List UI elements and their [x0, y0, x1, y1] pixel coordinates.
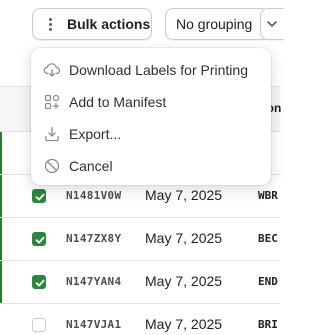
check-icon	[35, 236, 45, 244]
grouping-select[interactable]: No grouping	[165, 8, 270, 40]
shipment-date: May 7, 2025	[145, 187, 223, 203]
shipment-id[interactable]: N1481V0W	[66, 189, 121, 202]
row-checkbox[interactable]	[32, 189, 46, 203]
bulk-actions-menu: Download Labels for Printing Add to Mani…	[31, 48, 271, 185]
menu-item-add-to-manifest[interactable]: Add to Manifest	[31, 86, 271, 118]
shipment-id[interactable]: N147YAN4	[66, 275, 121, 288]
row-checkbox[interactable]	[32, 318, 46, 332]
shipment-date: May 7, 2025	[145, 273, 223, 289]
menu-item-cancel[interactable]: Cancel	[31, 150, 271, 182]
menu-item-download-labels[interactable]: Download Labels for Printing	[31, 54, 271, 86]
manifest-grid-icon	[43, 93, 61, 111]
check-icon	[35, 193, 45, 201]
bulk-actions-label: Bulk actions	[67, 16, 151, 32]
table-row[interactable]: N147VJA1 May 7, 2025 BRI	[0, 304, 280, 335]
export-icon	[43, 125, 61, 143]
toolbar-extra-button[interactable]	[260, 8, 284, 40]
grouping-label: No grouping	[176, 16, 253, 32]
shipment-id[interactable]: N147ZX8Y	[66, 232, 121, 245]
table-row[interactable]: N147ZX8Y May 7, 2025 BEC	[0, 218, 280, 261]
toolbar: Bulk actions No grouping	[0, 0, 284, 50]
customer-code: END	[258, 275, 278, 288]
menu-item-export[interactable]: Export...	[31, 118, 271, 150]
row-checkbox[interactable]	[32, 232, 46, 246]
menu-item-label: Add to Manifest	[69, 94, 167, 110]
chevron-down-icon	[267, 21, 277, 27]
menu-item-label: Export...	[69, 126, 122, 142]
row-checkbox[interactable]	[32, 275, 46, 289]
customer-code: BRI	[258, 318, 278, 331]
more-vertical-icon	[43, 17, 57, 31]
table-row[interactable]: N147YAN4 May 7, 2025 END	[0, 261, 280, 304]
bulk-actions-button[interactable]: Bulk actions	[32, 8, 152, 40]
customer-code: WBR	[258, 189, 278, 202]
menu-item-label: Download Labels for Printing	[69, 62, 248, 78]
shipment-id[interactable]: N147VJA1	[66, 318, 121, 331]
download-cloud-icon	[43, 61, 61, 79]
cancel-icon	[43, 157, 61, 175]
check-icon	[35, 279, 45, 287]
customer-code: BEC	[258, 232, 278, 245]
shipment-date: May 7, 2025	[145, 316, 223, 332]
shipment-date: May 7, 2025	[145, 230, 223, 246]
menu-item-label: Cancel	[69, 158, 113, 174]
